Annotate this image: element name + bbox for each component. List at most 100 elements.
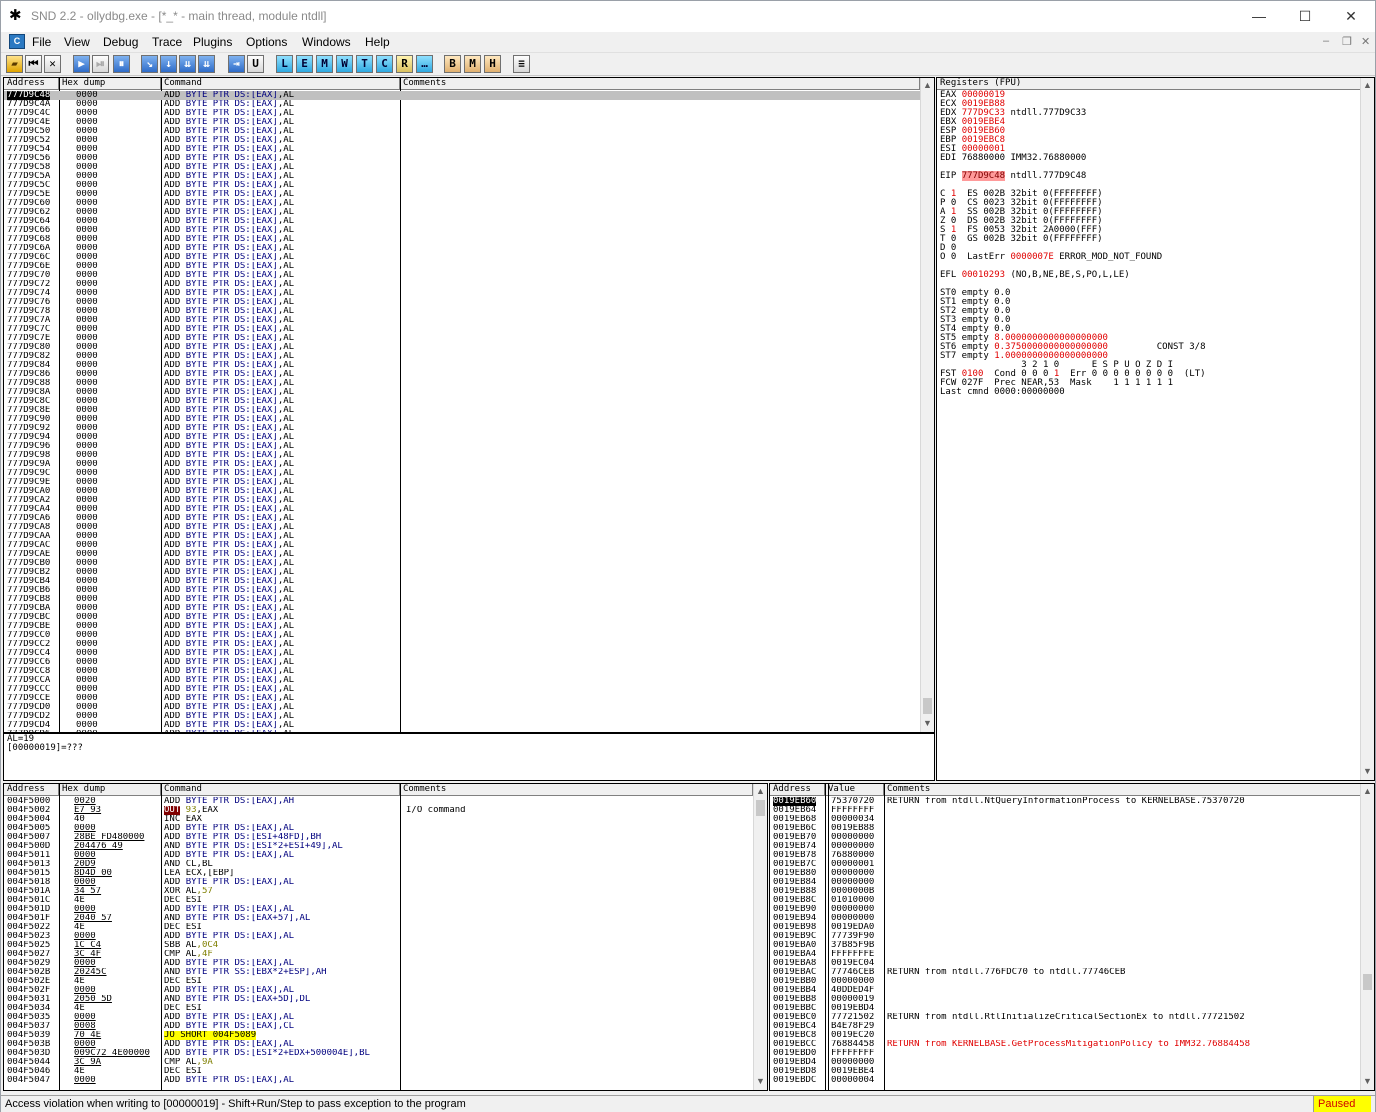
stack-row[interactable]: 0019EBA8 0019EC04 (770, 959, 1360, 968)
list-icon[interactable]: ≡ (513, 55, 530, 73)
register-line[interactable]: EDI 76880000 IMM32.76880000 (940, 154, 1206, 163)
disassembly-row[interactable]: 777D9C92 0000 ADD BYTE PTR DS:[EAX],AL (4, 424, 920, 433)
registers-scrollbar[interactable]: ▲ ▼ (1360, 78, 1374, 780)
disassembly-row[interactable]: 777D9C58 0000 ADD BYTE PTR DS:[EAX],AL (4, 163, 920, 172)
stack-row[interactable]: 0019EB80 00000000 (770, 869, 1360, 878)
disassembly-row[interactable]: 777D9C6C 0000 ADD BYTE PTR DS:[EAX],AL (4, 253, 920, 262)
stack-row[interactable]: 0019EBC0 77721502 RETURN from ntdll.RtlIni… (770, 1013, 1360, 1022)
dump-row[interactable]: 004F501D 0000 ADD BYTE PTR DS:[EAX],AL (4, 905, 753, 914)
stack-row[interactable]: 0019EB98 0019EDA0 (770, 923, 1360, 932)
windows-list-icon[interactable]: W (336, 55, 353, 73)
cpu-window-icon[interactable]: C (9, 34, 25, 49)
disassembly-row[interactable]: 777D9C56 0000 ADD BYTE PTR DS:[EAX],AL (4, 154, 920, 163)
disassembly-row[interactable]: 777D9C5E 0000 ADD BYTE PTR DS:[EAX],AL (4, 190, 920, 199)
dump-row[interactable]: 004F503B 0000 ADD BYTE PTR DS:[EAX],AL (4, 1040, 753, 1049)
dump-row[interactable]: 004F502F 0000 ADD BYTE PTR DS:[EAX],AL (4, 986, 753, 995)
stack-row[interactable]: 0019EBC8 0019EC20 (770, 1031, 1360, 1040)
scroll-down-icon[interactable]: ▼ (754, 1074, 767, 1088)
registers-title[interactable]: Registers (FPU) (937, 78, 1360, 90)
step-into-icon[interactable]: ↘ (141, 55, 158, 73)
scroll-down-icon[interactable]: ▼ (1361, 764, 1374, 778)
dump-row[interactable]: 004F5023 0000 ADD BYTE PTR DS:[EAX],AL (4, 932, 753, 941)
disassembly-row[interactable]: 777D9CD4 0000 ADD BYTE PTR DS:[EAX],AL (4, 721, 920, 730)
dump-row[interactable]: 004F5039 70 4E JO SHORT 004F5089 (4, 1031, 753, 1040)
pause-icon[interactable]: ⏸ (113, 55, 130, 73)
column-address[interactable]: Address (770, 784, 825, 796)
dump-row[interactable]: 004F5047 0000 ADD BYTE PTR DS:[EAX],AL (4, 1076, 753, 1085)
disassembly-row[interactable]: 777D9CD2 0000 ADD BYTE PTR DS:[EAX],AL (4, 712, 920, 721)
menu-windows[interactable]: Windows (302, 35, 351, 49)
registers-pane[interactable]: Registers (FPU) EAX 00000019 ECX 0019EB88… (936, 77, 1375, 781)
disassembly-row[interactable]: 777D9C68 0000 ADD BYTE PTR DS:[EAX],AL (4, 235, 920, 244)
disassembly-pane[interactable]: Address Hex dump Command Comments 777D9C… (3, 77, 935, 733)
disassembly-row[interactable]: 777D9CB0 0000 ADD BYTE PTR DS:[EAX],AL (4, 559, 920, 568)
dump-row[interactable]: 004F5013 20D9 AND CL,BL (4, 860, 753, 869)
disassembly-row[interactable]: 777D9CC6 0000 ADD BYTE PTR DS:[EAX],AL (4, 658, 920, 667)
dump-pane[interactable]: Address Hex dump Command Comments 004F50… (3, 783, 768, 1091)
disassembly-row[interactable]: 777D9CD0 0000 ADD BYTE PTR DS:[EAX],AL (4, 703, 920, 712)
disassembly-row[interactable]: 777D9C5A 0000 ADD BYTE PTR DS:[EAX],AL (4, 172, 920, 181)
disassembly-row[interactable]: 777D9C9E 0000 ADD BYTE PTR DS:[EAX],AL (4, 478, 920, 487)
restart-icon[interactable]: ⏮ (25, 55, 42, 73)
column-hex-dump[interactable]: Hex dump (59, 78, 161, 90)
disassembly-row[interactable]: 777D9C9C 0000 ADD BYTE PTR DS:[EAX],AL (4, 469, 920, 478)
disassembly-row[interactable]: 777D9C7C 0000 ADD BYTE PTR DS:[EAX],AL (4, 325, 920, 334)
mdi-minimize-button[interactable]: ‒ (1323, 35, 1329, 47)
stack-row[interactable]: 0019EB8C 01010000 (770, 896, 1360, 905)
disassembly-row[interactable]: 777D9CA4 0000 ADD BYTE PTR DS:[EAX],AL (4, 505, 920, 514)
menu-file[interactable]: File (32, 35, 51, 49)
disassembly-row[interactable]: 777D9CB6 0000 ADD BYTE PTR DS:[EAX],AL (4, 586, 920, 595)
hardware-breakpoints-icon[interactable]: H (484, 55, 501, 73)
trace-over-icon[interactable]: ⇊ (198, 55, 215, 73)
stack-row[interactable]: 0019EBCC 76884458 RETURN from KERNELBASE.G… (770, 1040, 1360, 1049)
stack-row[interactable]: 0019EB74 00000000 (770, 842, 1360, 851)
execute-till-return-icon[interactable]: ⇥ (228, 55, 245, 73)
dump-row[interactable]: 004F5025 1C C4 SBB AL,0C4 (4, 941, 753, 950)
disassembly-row[interactable]: 777D9C4E 0000 ADD BYTE PTR DS:[EAX],AL (4, 118, 920, 127)
disassembly-row[interactable]: 777D9C6E 0000 ADD BYTE PTR DS:[EAX],AL (4, 262, 920, 271)
breakpoints-icon[interactable]: B (444, 55, 461, 73)
menu-trace[interactable]: Trace (152, 35, 182, 49)
dump-row[interactable]: 004F5029 0000 ADD BYTE PTR DS:[EAX],AL (4, 959, 753, 968)
disassembly-row[interactable]: 777D9C8A 0000 ADD BYTE PTR DS:[EAX],AL (4, 388, 920, 397)
disassembly-row[interactable]: 777D9C88 0000 ADD BYTE PTR DS:[EAX],AL (4, 379, 920, 388)
disassembly-row[interactable]: 777D9C76 0000 ADD BYTE PTR DS:[EAX],AL (4, 298, 920, 307)
stack-row[interactable]: 0019EB60 75370720 RETURN from ntdll.NtQuer… (770, 797, 1360, 806)
scroll-thumb[interactable] (1363, 974, 1372, 990)
dump-row[interactable]: 004F501C 4E DEC ESI (4, 896, 753, 905)
stack-row[interactable]: 0019EB64 FFFFFFFF (770, 806, 1360, 815)
run-thread-icon[interactable]: ⏯ (92, 55, 109, 73)
stack-row[interactable]: 0019EB7C 00000001 (770, 860, 1360, 869)
column-comments[interactable]: Comments (400, 78, 920, 90)
menu-help[interactable]: Help (365, 35, 390, 49)
dump-row[interactable]: 004F503D 009C72 4E00000 ADD BYTE PTR DS:[E… (4, 1049, 753, 1058)
dump-row[interactable]: 004F5034 4E DEC ESI (4, 1004, 753, 1013)
disassembly-row[interactable]: 777D9C62 0000 ADD BYTE PTR DS:[EAX],AL (4, 208, 920, 217)
cpu-icon[interactable]: C (376, 55, 393, 73)
disassembly-row[interactable]: 777D9CCC 0000 ADD BYTE PTR DS:[EAX],AL (4, 685, 920, 694)
disassembly-row[interactable]: 777D9C78 0000 ADD BYTE PTR DS:[EAX],AL (4, 307, 920, 316)
stack-row[interactable]: 0019EB68 00000034 (770, 815, 1360, 824)
disassembly-row[interactable]: 777D9C9A 0000 ADD BYTE PTR DS:[EAX],AL (4, 460, 920, 469)
dump-row[interactable]: 004F501A 34 57 XOR AL,57 (4, 887, 753, 896)
stack-row[interactable]: 0019EBAC 77746CEB RETURN from ntdll.776FDC… (770, 968, 1360, 977)
register-line[interactable]: EIP 777D9C48 ntdll.777D9C48 (940, 171, 1206, 181)
disassembly-row[interactable]: 777D9C64 0000 ADD BYTE PTR DS:[EAX],AL (4, 217, 920, 226)
run-icon[interactable]: ▶ (73, 55, 90, 73)
disassembly-row[interactable]: 777D9CA0 0000 ADD BYTE PTR DS:[EAX],AL (4, 487, 920, 496)
stack-row[interactable]: 0019EBA0 37B85F9B (770, 941, 1360, 950)
dump-row[interactable]: 004F5027 3C 4F CMP AL,4F (4, 950, 753, 959)
menu-view[interactable]: View (64, 35, 90, 49)
stack-row[interactable]: 0019EB84 00000000 (770, 878, 1360, 887)
disassembly-row[interactable]: 777D9CCE 0000 ADD BYTE PTR DS:[EAX],AL (4, 694, 920, 703)
memory-map-icon[interactable]: M (316, 55, 333, 73)
column-address[interactable]: Address (4, 78, 59, 90)
threads-icon[interactable]: T (356, 55, 373, 73)
disassembly-row[interactable]: 777D9C84 0000 ADD BYTE PTR DS:[EAX],AL (4, 361, 920, 370)
scroll-up-icon[interactable]: ▲ (921, 78, 934, 92)
dump-row[interactable]: 004F5035 0000 ADD BYTE PTR DS:[EAX],AL (4, 1013, 753, 1022)
stack-row[interactable]: 0019EBA4 FFFFFFFE (770, 950, 1360, 959)
dump-row[interactable]: 004F5002 E7 93 OUT 93,EAX I/O command (4, 806, 753, 815)
disassembly-row[interactable]: 777D9CBA 0000 ADD BYTE PTR DS:[EAX],AL (4, 604, 920, 613)
stack-row[interactable]: 0019EBD4 00000000 (770, 1058, 1360, 1067)
